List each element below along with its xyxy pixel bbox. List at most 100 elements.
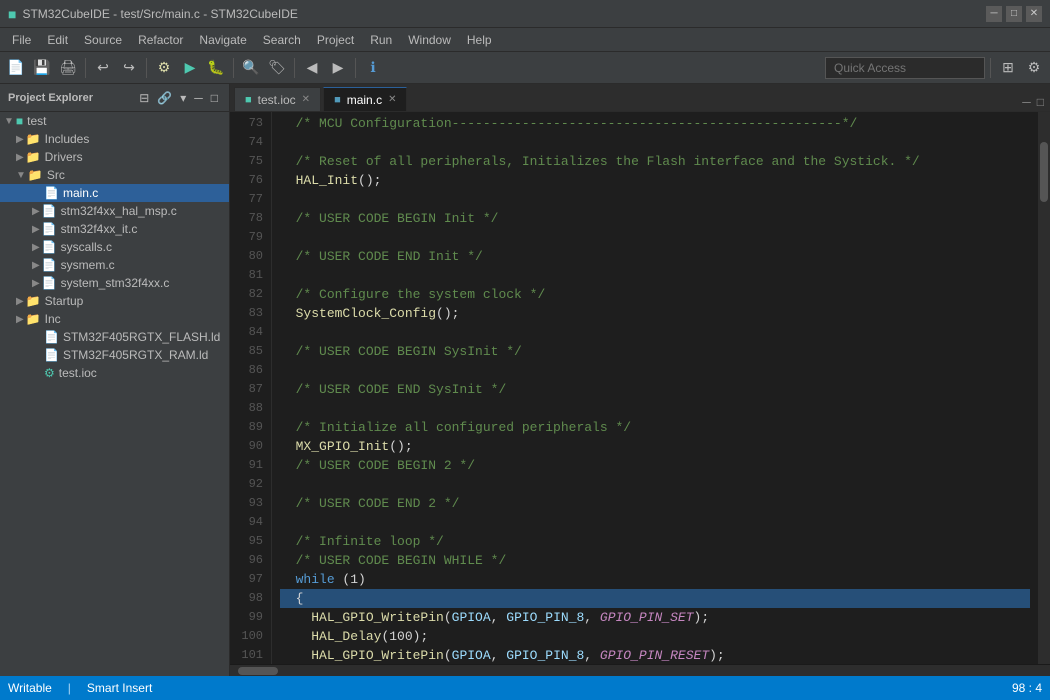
sidebar-menu-button[interactable]: ▾ bbox=[177, 90, 189, 106]
tree-icon: 📄 bbox=[42, 276, 57, 290]
menu-item-edit[interactable]: Edit bbox=[39, 31, 76, 49]
close-button[interactable]: ✕ bbox=[1026, 6, 1042, 22]
tree-icon: 📄 bbox=[42, 258, 57, 272]
h-scroll-thumb bbox=[238, 667, 278, 675]
line-number: 99 bbox=[230, 608, 263, 627]
tree-arrow: ▶ bbox=[32, 278, 40, 289]
tab-bar: ■test.ioc✕■ main.c ✕ ─ □ bbox=[230, 84, 1050, 112]
tree-label: main.c bbox=[63, 186, 98, 200]
sidebar-minimize-button[interactable]: ─ bbox=[191, 90, 206, 106]
menu-item-project[interactable]: Project bbox=[309, 31, 362, 49]
menu-item-source[interactable]: Source bbox=[76, 31, 130, 49]
perspective-button[interactable]: ⊞ bbox=[996, 56, 1020, 80]
tree-icon: 📄 bbox=[44, 330, 59, 344]
tree-item-stm32f4xx-it[interactable]: ▶📄stm32f4xx_it.c bbox=[0, 220, 229, 238]
tree-label: Drivers bbox=[45, 150, 83, 164]
forward-button[interactable]: ▶ bbox=[326, 56, 350, 80]
run-button[interactable]: ▶ bbox=[178, 56, 202, 80]
line-number: 88 bbox=[230, 399, 263, 418]
code-line: while (1) bbox=[280, 572, 366, 587]
build-button[interactable]: ⚙ bbox=[152, 56, 176, 80]
tree-item-flash-ld[interactable]: 📄 STM32F405RGTX_FLASH.ld bbox=[0, 328, 229, 346]
code-line: HAL_Delay(100); bbox=[280, 629, 428, 644]
status-position: 98 : 4 bbox=[1012, 681, 1042, 695]
tree-item-system-stm32[interactable]: ▶📄system_stm32f4xx.c bbox=[0, 274, 229, 292]
tree-label: sysmem.c bbox=[61, 258, 115, 272]
line-number: 94 bbox=[230, 513, 263, 532]
sidebar-link-button[interactable]: 🔗 bbox=[154, 90, 175, 106]
tree-item-sysmem[interactable]: ▶📄sysmem.c bbox=[0, 256, 229, 274]
line-number: 73 bbox=[230, 114, 263, 133]
sidebar-header: Project Explorer ⊟ 🔗 ▾ ─ □ bbox=[0, 84, 229, 112]
menu-item-run[interactable]: Run bbox=[362, 31, 400, 49]
tab-maximize-button[interactable]: □ bbox=[1035, 95, 1046, 109]
new-file-button[interactable]: 📄 bbox=[4, 56, 28, 80]
minimize-button[interactable]: ─ bbox=[986, 6, 1002, 22]
menu-item-file[interactable]: File bbox=[4, 31, 39, 49]
toolbar-separator-4 bbox=[294, 58, 295, 78]
search-toolbar-button[interactable]: 🔍 bbox=[239, 56, 263, 80]
tree-item-inc[interactable]: ▶📁Inc bbox=[0, 310, 229, 328]
tree-arrow: ▼ bbox=[4, 116, 14, 127]
tab-label: main.c bbox=[347, 93, 382, 107]
tree-item-stm32f4xx-hal[interactable]: ▶📄stm32f4xx_hal_msp.c bbox=[0, 202, 229, 220]
horizontal-scrollbar[interactable] bbox=[230, 664, 1050, 676]
tree-arrow: ▶ bbox=[16, 296, 24, 307]
tab-minimize-button[interactable]: ─ bbox=[1020, 95, 1033, 109]
toolbar-separator-1 bbox=[85, 58, 86, 78]
tree-icon: 📄 bbox=[42, 204, 57, 218]
menu-item-help[interactable]: Help bbox=[459, 31, 500, 49]
tree-icon: 📁 bbox=[26, 294, 41, 308]
settings-button[interactable]: ⚙ bbox=[1022, 56, 1046, 80]
tree-item-main-c[interactable]: 📄 main.c bbox=[0, 184, 229, 202]
save-button[interactable]: 💾 bbox=[30, 56, 54, 80]
tree-item-drivers[interactable]: ▶📁Drivers bbox=[0, 148, 229, 166]
code-line: /* USER CODE END 2 */ bbox=[280, 496, 459, 511]
sidebar-tree: ▼■test▶📁Includes▶📁Drivers▼📁Src📄main.c▶📄s… bbox=[0, 112, 229, 676]
code-content[interactable]: /* MCU Configuration--------------------… bbox=[272, 112, 1038, 664]
tree-item-startup[interactable]: ▶📁Startup bbox=[0, 292, 229, 310]
line-number: 84 bbox=[230, 323, 263, 342]
tree-item-test[interactable]: ▼■test bbox=[0, 112, 229, 130]
back-button[interactable]: ◀ bbox=[300, 56, 324, 80]
tree-label: syscalls.c bbox=[61, 240, 112, 254]
line-number: 79 bbox=[230, 228, 263, 247]
line-number: 75 bbox=[230, 152, 263, 171]
tab-test-ioc-tab[interactable]: ■test.ioc✕ bbox=[234, 87, 321, 111]
redo-button[interactable]: ↪ bbox=[117, 56, 141, 80]
scroll-thumb[interactable] bbox=[1040, 142, 1048, 202]
open-type-button[interactable]: 🏷 bbox=[265, 56, 289, 80]
tab-icon: ■ bbox=[245, 94, 252, 106]
code-line: HAL_GPIO_WritePin(GPIOA, GPIO_PIN_8, GPI… bbox=[280, 648, 725, 663]
tree-label: STM32F405RGTX_FLASH.ld bbox=[63, 330, 220, 344]
tree-item-src[interactable]: ▼📁Src bbox=[0, 166, 229, 184]
maximize-button[interactable]: □ bbox=[1006, 6, 1022, 22]
tree-arrow: ▶ bbox=[16, 314, 24, 325]
tree-item-ram-ld[interactable]: 📄STM32F405RGTX_RAM.ld bbox=[0, 346, 229, 364]
print-button[interactable]: 🖨 bbox=[56, 56, 80, 80]
menu-item-window[interactable]: Window bbox=[400, 31, 459, 49]
vertical-scrollbar[interactable] bbox=[1038, 112, 1050, 664]
debug-button[interactable]: 🐛 bbox=[204, 56, 228, 80]
sidebar: Project Explorer ⊟ 🔗 ▾ ─ □ ▼■test▶📁Inclu… bbox=[0, 84, 230, 676]
menu-item-navigate[interactable]: Navigate bbox=[191, 31, 254, 49]
line-number: 83 bbox=[230, 304, 263, 323]
tree-icon: 📄 bbox=[44, 186, 59, 200]
code-line: /* MCU Configuration--------------------… bbox=[280, 116, 857, 131]
quick-access-input[interactable] bbox=[825, 57, 985, 79]
info-button[interactable]: ℹ bbox=[361, 56, 385, 80]
tree-item-test-ioc[interactable]: ⚙test.ioc bbox=[0, 364, 229, 382]
tab-close-button[interactable]: ✕ bbox=[302, 94, 310, 105]
tree-item-syscalls[interactable]: ▶📄syscalls.c bbox=[0, 238, 229, 256]
code-line: /* Infinite loop */ bbox=[280, 534, 444, 549]
menu-item-refactor[interactable]: Refactor bbox=[130, 31, 191, 49]
tree-item-includes[interactable]: ▶📁Includes bbox=[0, 130, 229, 148]
sidebar-maximize-button[interactable]: □ bbox=[208, 90, 221, 106]
status-smart-insert: Smart Insert bbox=[87, 681, 152, 695]
sidebar-collapse-button[interactable]: ⊟ bbox=[136, 90, 152, 106]
undo-button[interactable]: ↩ bbox=[91, 56, 115, 80]
menu-item-search[interactable]: Search bbox=[255, 31, 309, 49]
tab-close-button[interactable]: ✕ bbox=[388, 94, 396, 105]
tab-main-c-tab[interactable]: ■main.c✕ bbox=[323, 87, 407, 111]
tree-label: test bbox=[27, 114, 46, 128]
